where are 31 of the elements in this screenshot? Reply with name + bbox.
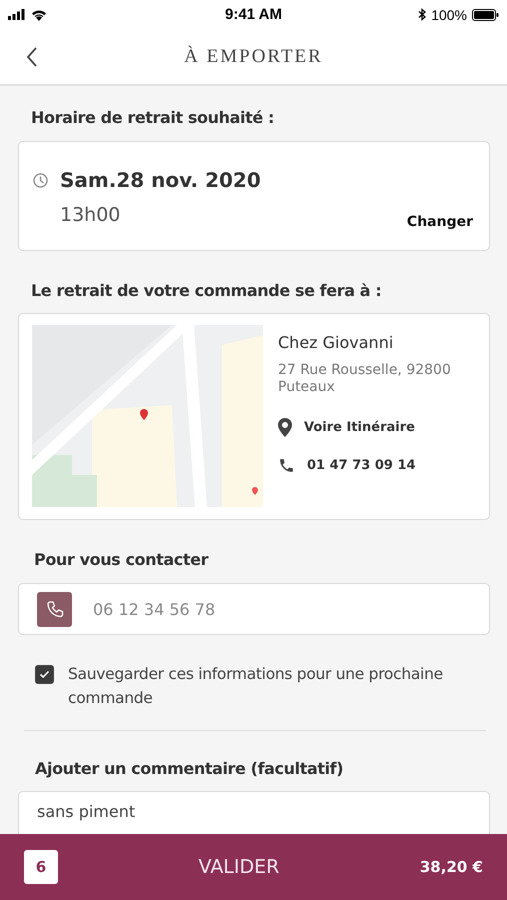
battery-percent: 100% — [431, 6, 467, 23]
change-link[interactable]: Changer — [406, 214, 473, 230]
restaurant-phone-link[interactable]: 01 47 73 09 14 — [307, 458, 416, 473]
signal-icon — [8, 9, 26, 20]
bluetooth-icon — [418, 8, 426, 22]
battery-icon — [472, 8, 499, 21]
comment-field[interactable]: sans piment — [18, 791, 490, 834]
phone-input-field[interactable]: 06 12 34 56 78 — [18, 583, 490, 635]
checkmark-icon — [39, 670, 50, 679]
order-total: 38,20 € — [420, 858, 483, 876]
validate-button[interactable]: VALIDER — [198, 856, 280, 878]
restaurant-name: Chez Giovanni — [278, 333, 394, 352]
item-count-badge: 6 — [24, 850, 58, 884]
page-title: À EMPORTER — [184, 46, 323, 68]
checkbox-label: Sauvegarder ces informations pour une prochaine commande — [68, 664, 444, 709]
restaurant-address: 27 Rue Rousselle, 92800 Puteaux — [278, 362, 452, 396]
directions-link[interactable]: Voire Itinéraire — [304, 420, 415, 435]
phone-icon — [278, 457, 295, 474]
wifi-icon — [31, 8, 47, 21]
pickup-time: 13h00 — [60, 204, 120, 226]
section-label: Horaire de retrait souhaité : — [31, 108, 275, 128]
section-label: Pour vous contacter — [34, 550, 210, 570]
section-label: Ajouter un commentaire (facultatif) — [35, 759, 344, 779]
checkbox[interactable] — [35, 665, 54, 684]
section-label: Le retrait de votre commande se fera à : — [31, 281, 382, 301]
phone-input[interactable]: 06 12 34 56 78 — [91, 598, 395, 620]
clock-icon — [33, 172, 48, 188]
pickup-date: Sam.28 nov. 2020 — [60, 168, 261, 192]
phone-icon — [37, 592, 72, 626]
status-time: 9:41 AM — [225, 6, 282, 24]
location-pin-icon — [278, 418, 292, 437]
